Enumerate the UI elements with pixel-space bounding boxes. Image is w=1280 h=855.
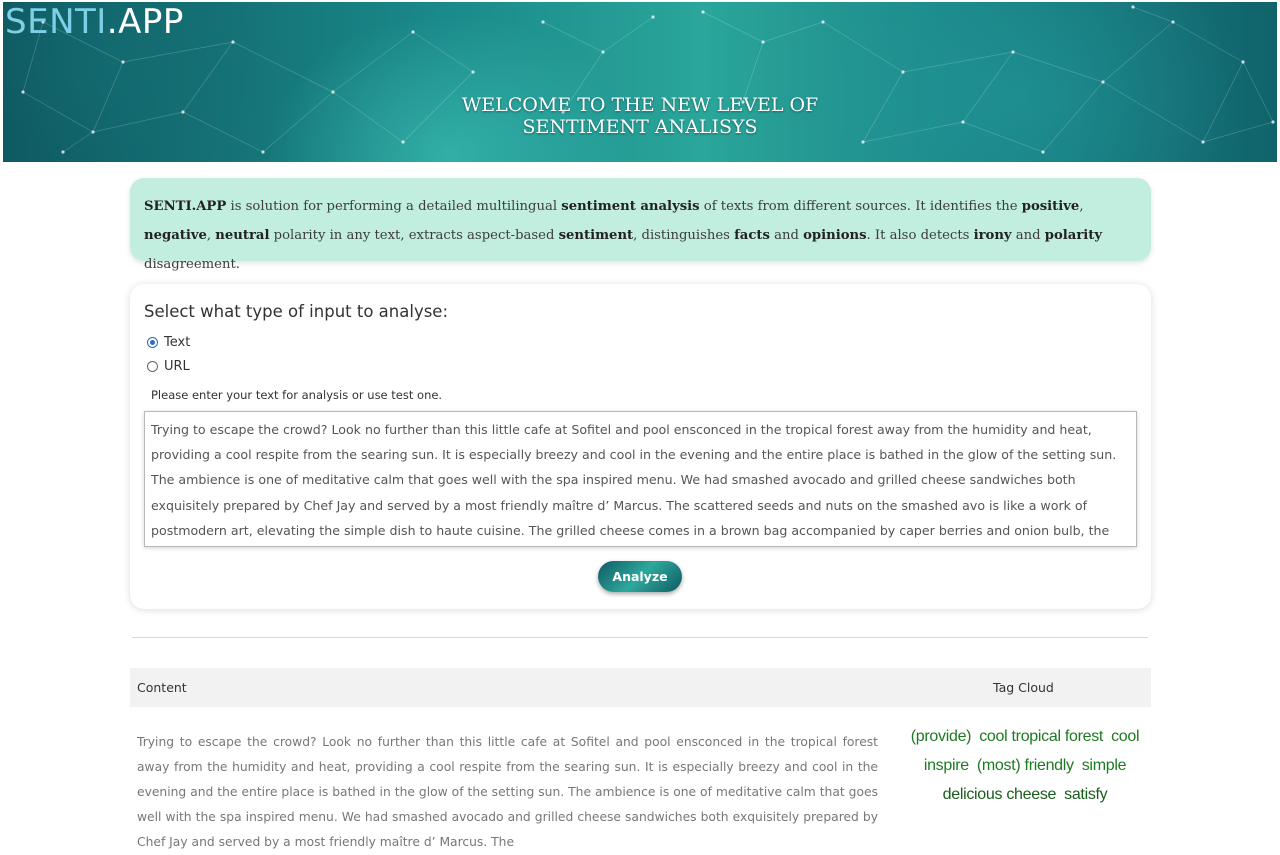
column-header-tag-cloud: Tag Cloud <box>993 680 1054 695</box>
tag-cloud-item[interactable]: satisfy <box>1064 786 1108 803</box>
intro-text: , distinguishes <box>633 228 735 243</box>
network-background-graphic <box>21 5 1275 154</box>
intro-text: , <box>1079 199 1084 214</box>
headline-line-2: SENTIMENT ANALISYS <box>522 116 758 138</box>
tag-cloud-item[interactable]: inspire <box>924 757 969 774</box>
intro-keyword: sentiment analysis <box>561 199 700 214</box>
intro-keyword: polarity <box>1044 228 1103 243</box>
intro-text: is solution for performing a detailed mu… <box>226 199 562 214</box>
intro-text: and <box>1011 228 1045 243</box>
radio-option-text[interactable]: Text <box>147 335 190 350</box>
tag-cloud: (provide) cool tropical forest cool inspir… <box>900 722 1150 809</box>
radio-label-url[interactable]: URL <box>164 359 190 374</box>
tag-cloud-item[interactable]: (provide) <box>911 728 972 745</box>
intro-keyword: opinions <box>803 228 867 243</box>
radio-button-url[interactable] <box>147 361 158 372</box>
intro-description: SENTI.APP is solution for performing a d… <box>130 178 1151 272</box>
intro-keyword: sentiment <box>558 228 634 243</box>
intro-keyword: positive <box>1021 199 1080 214</box>
intro-text: and <box>769 228 804 243</box>
radio-button-text[interactable] <box>147 337 158 348</box>
intro-keyword: negative <box>144 228 207 243</box>
intro-text: . It also detects <box>866 228 974 243</box>
app-logo[interactable]: SENTI.APP <box>5 2 184 42</box>
intro-keyword: irony <box>973 228 1012 243</box>
tag-cloud-item[interactable]: (most) friendly <box>977 757 1074 774</box>
tag-cloud-item[interactable]: simple <box>1082 757 1127 774</box>
result-content-text: Trying to escape the crowd? Look no furt… <box>137 735 878 849</box>
logo-text-app: .APP <box>106 2 184 42</box>
analysis-text-input[interactable]: Trying to escape the crowd? Look no furt… <box>144 411 1137 547</box>
intro-brand: SENTI.APP <box>144 199 227 214</box>
input-hint: Please enter your text for analysis or u… <box>151 388 443 402</box>
intro-text: of texts from different sources. It iden… <box>699 199 1022 214</box>
logo-text-senti: SENTI <box>5 2 107 42</box>
radio-label-text[interactable]: Text <box>164 335 190 350</box>
page-headline: WELCOME TO THE NEW LEVEL OF SENTIMENT AN… <box>3 94 1277 138</box>
intro-keyword: neutral <box>215 228 270 243</box>
radio-option-url[interactable]: URL <box>147 359 190 374</box>
analyze-button[interactable]: Analyze <box>598 561 682 592</box>
intro-keyword: facts <box>734 228 770 243</box>
input-card: Select what type of input to analyse: Te… <box>130 284 1151 609</box>
section-divider <box>132 637 1148 638</box>
tag-cloud-item[interactable]: cool <box>1111 728 1139 745</box>
headline-line-1: WELCOME TO THE NEW LEVEL OF <box>461 94 819 116</box>
column-header-content: Content <box>137 680 187 695</box>
intro-text: polarity in any text, extracts aspect-ba… <box>269 228 559 243</box>
tag-cloud-item[interactable]: delicious cheese <box>943 786 1057 803</box>
input-type-title: Select what type of input to analyse: <box>144 302 449 321</box>
intro-text: disagreement. <box>144 257 240 272</box>
tag-cloud-item[interactable]: cool tropical forest <box>979 728 1103 745</box>
results-table-header: Content Tag Cloud <box>130 668 1151 707</box>
header-banner: SENTI.APP WELCOME TO THE NEW LEVEL OF SE… <box>3 2 1277 162</box>
